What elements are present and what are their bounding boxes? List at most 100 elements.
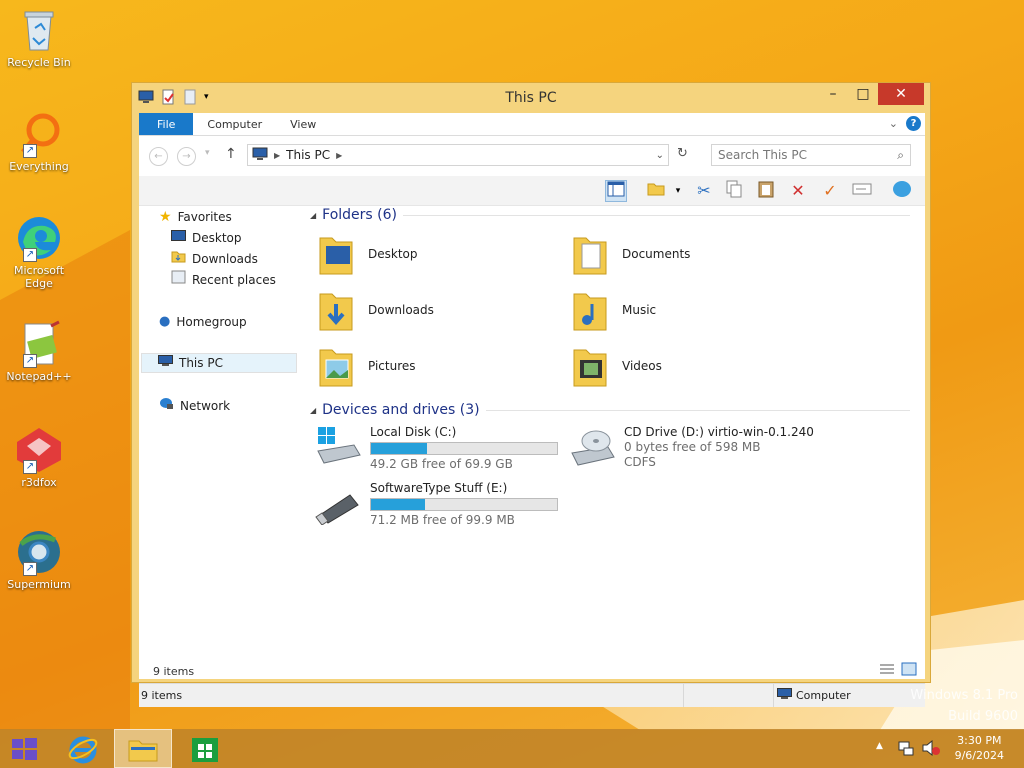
cut-icon[interactable]: ✂ [693,180,715,202]
address-dropdown-icon[interactable]: ⌄ [656,150,668,161]
tab-file[interactable]: File [139,113,194,135]
large-icons-view-icon[interactable] [901,662,917,679]
computer-icon [158,353,173,373]
folder-music[interactable]: Music [572,285,812,335]
edge-browser-icon: ↗ [15,214,63,262]
nav-network[interactable]: Network [159,396,230,416]
search-placeholder: Search This PC [718,148,807,162]
up-button[interactable]: ↑ [225,146,237,162]
drive-free-space: 49.2 GB free of 69.9 GB [370,457,513,471]
computer-icon [252,147,268,164]
nav-homegroup[interactable]: ● Homegroup [159,312,247,332]
desktop-icon-notepadpp[interactable]: ↗ Notepad++ [4,320,74,383]
item-count: 9 items [153,665,195,678]
title-bar[interactable]: ▾ This PC – □ ✕ [132,83,930,113]
preview-pane-icon[interactable] [605,180,627,202]
folders-group-header[interactable]: ◢ Folders (6) [310,207,910,223]
search-icon: ⌕ [897,148,904,162]
close-button[interactable]: ✕ [878,83,924,105]
status-bar: 9 items Computer [139,683,925,707]
taskbar-store[interactable] [176,729,234,768]
desktop-icon-label: Microsoft Edge [13,264,65,290]
show-hidden-icons-icon[interactable]: ▲ [876,741,883,751]
drive-free-space: 71.2 MB free of 99.9 MB [370,513,515,527]
forward-button[interactable]: → [177,147,196,166]
notepadpp-icon: ↗ [15,320,63,368]
breadcrumb-separator-icon: ▶ [274,150,281,160]
downloads-folder-icon [318,288,354,332]
taskbar-clock[interactable]: 3:30 PM 9/6/2024 [955,733,1004,763]
taskbar-internet-explorer[interactable] [54,729,112,768]
desktop-icon-recycle-bin[interactable]: Recycle Bin [4,6,74,69]
network-status-icon[interactable] [898,740,914,759]
drive-d[interactable]: CD Drive (D:) virtio-win-0.1.240 0 bytes… [568,425,814,481]
drive-free-space: 0 bytes free of 598 MB [624,440,761,454]
taskbar: ▲ 3:30 PM 9/6/2024 [0,729,1024,768]
nav-downloads[interactable]: Downloads [171,249,258,269]
nav-this-pc[interactable]: This PC [141,353,297,373]
tab-view[interactable]: View [276,113,330,135]
homegroup-icon: ● [159,314,171,329]
music-folder-icon [572,288,608,332]
minimize-button[interactable]: – [818,83,848,105]
cd-drive-icon [568,425,616,481]
drives-group-header[interactable]: ◢ Devices and drives (3) [310,402,910,418]
window-controls: – □ ✕ [818,83,924,105]
nav-label: This PC [179,356,223,370]
search-input[interactable]: Search This PC ⌕ [711,144,911,166]
copy-icon[interactable] [723,180,745,202]
breadcrumb-separator-icon[interactable]: ▶ [336,151,342,160]
recent-locations-icon[interactable]: ▾ [205,148,210,158]
drive-name: Local Disk (C:) [370,425,457,439]
shortcut-arrow-icon: ↗ [23,354,37,368]
desktop-icon-label: Recycle Bin [7,56,71,69]
breadcrumb-this-pc[interactable]: This PC [286,148,330,162]
desktop-icon-r3dfox[interactable]: ↗ r3dfox [4,426,74,489]
maximize-button[interactable]: □ [848,83,878,105]
folder-label: Pictures [368,359,416,373]
desktop-icon-everything[interactable]: ↗ Everything [4,110,74,173]
refresh-icon[interactable]: ↻ [677,146,688,161]
delete-icon[interactable]: ✕ [787,180,809,202]
group-divider [403,214,910,216]
clock-time: 3:30 PM [957,734,1002,747]
folder-options-icon[interactable] [645,180,667,202]
back-button[interactable]: ← [149,147,168,166]
command-toolbar: ▾ ✂ ✕ ✓ [139,176,925,206]
desktop-folder-icon [318,232,354,276]
drive-e[interactable]: SoftwareType Stuff (E:) 71.2 MB free of … [314,481,558,537]
folder-pictures[interactable]: Pictures [318,341,558,391]
chevron-down-icon[interactable]: ▾ [667,180,689,202]
volume-muted-icon[interactable] [922,739,940,759]
taskbar-file-explorer[interactable] [114,729,172,768]
nav-favorites[interactable]: ★ Favorites [159,207,232,227]
desktop-icon-microsoft-edge[interactable]: ↗ Microsoft Edge [4,214,74,290]
rename-check-icon[interactable]: ✓ [819,180,841,202]
nav-label: Network [180,399,231,413]
folder-downloads[interactable]: Downloads [318,285,558,335]
window-title: This PC [505,90,557,106]
desktop-icon-label: Notepad++ [6,370,72,383]
paste-icon[interactable] [755,180,777,202]
expand-ribbon-icon[interactable]: ⌄ [889,117,898,130]
network-icon [159,396,174,416]
desktop-icon-supermium[interactable]: ↗ Supermium [4,528,74,591]
status-location: Computer [777,688,851,703]
rename-icon[interactable] [851,180,873,202]
address-bar[interactable]: ▶ This PC ▶ ⌄ [247,144,669,166]
start-button[interactable] [0,729,48,768]
nav-label: Recent places [192,273,276,287]
shortcut-arrow-icon: ↗ [23,562,37,576]
folder-documents[interactable]: Documents [572,229,812,279]
tab-computer[interactable]: Computer [193,113,276,135]
details-view-icon[interactable] [879,662,895,679]
nav-desktop[interactable]: Desktop [171,228,242,248]
folder-videos[interactable]: Videos [572,341,812,391]
drive-c[interactable]: Local Disk (C:) 49.2 GB free of 69.9 GB [314,425,558,481]
nav-label: Favorites [177,210,232,224]
help-icon[interactable]: ? [906,116,921,131]
folder-desktop[interactable]: Desktop [318,229,558,279]
globe-icon[interactable] [891,180,913,202]
store-icon [192,737,218,762]
nav-recent-places[interactable]: Recent places [171,270,276,290]
